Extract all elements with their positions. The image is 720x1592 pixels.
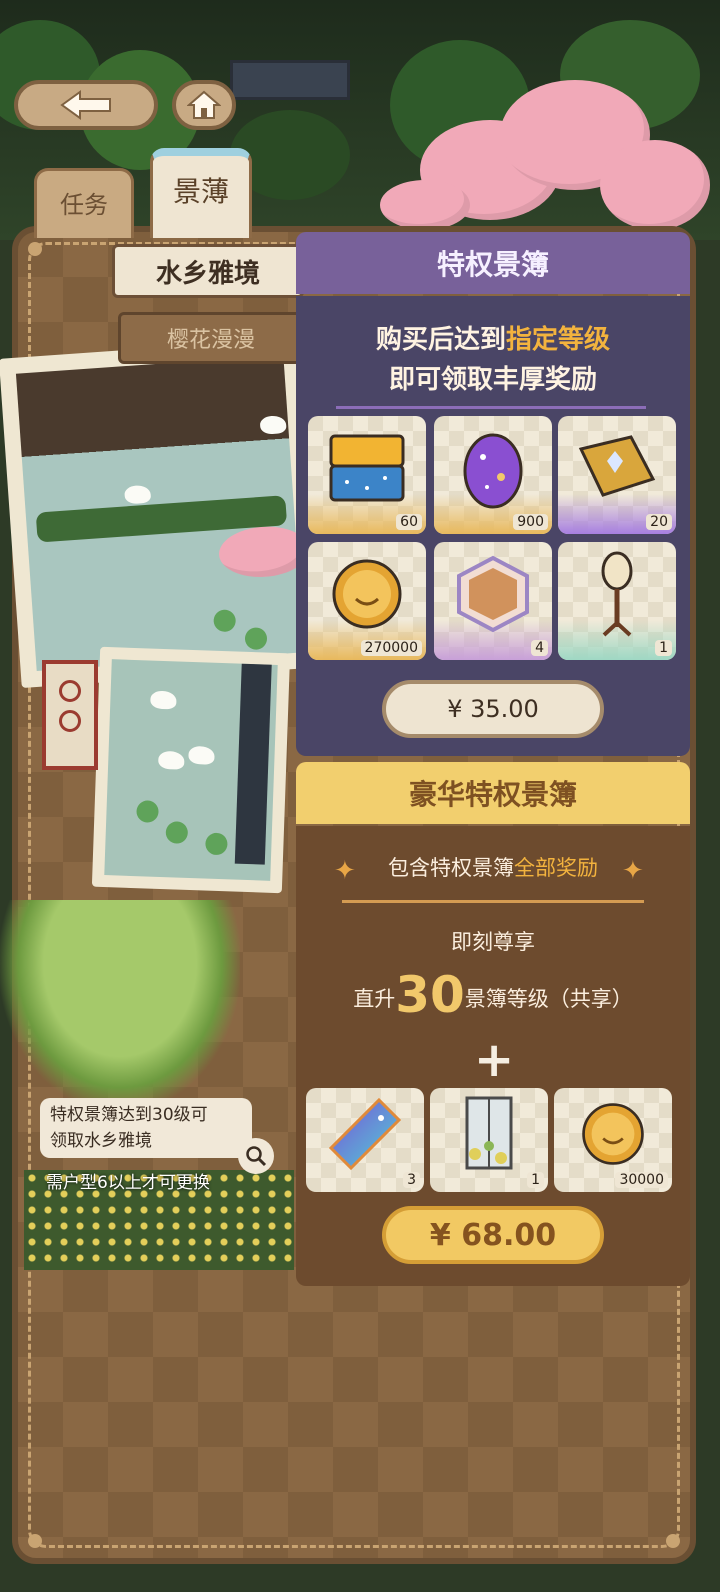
- reward-item[interactable]: 3: [306, 1088, 424, 1192]
- reward-item[interactable]: 4: [434, 542, 552, 660]
- scene-photo-large: [0, 337, 322, 689]
- hex-room-icon: [457, 555, 529, 633]
- golden-book-icon: [578, 435, 656, 497]
- deluxe-panel: ✦ 包含特权景簿全部奖励 ✦ 即刻尊享 直升30景簿等级（共享） + 3 1 3…: [296, 826, 690, 1286]
- arrow-left-icon: [60, 90, 111, 120]
- sparkle-icon: ✦: [622, 856, 644, 886]
- flower-window-icon: [465, 1096, 513, 1170]
- reward-item[interactable]: 900: [434, 416, 552, 534]
- galaxy-egg-icon: [463, 433, 523, 509]
- reward-item[interactable]: 20: [558, 416, 676, 534]
- reward-item[interactable]: 60: [308, 416, 426, 534]
- home-icon: [187, 90, 221, 119]
- deluxe-header: 豪华特权景簿: [296, 762, 690, 824]
- scene-photo-small: [91, 646, 291, 894]
- lantern-stand-icon: [601, 551, 633, 637]
- buy-privilege-button[interactable]: ¥ 35.00: [382, 680, 604, 738]
- scene-subtitle-tab[interactable]: 樱花漫漫: [118, 312, 304, 364]
- requirement-note: 需户型6以上才可更换: [46, 1173, 210, 1193]
- reward-item[interactable]: 1: [430, 1088, 548, 1192]
- back-button[interactable]: [14, 80, 158, 130]
- privilege-description: 购买后达到指定等级 即可领取丰厚奖励: [375, 325, 611, 395]
- preview-button[interactable]: [238, 1138, 274, 1174]
- tab-task[interactable]: 任务: [34, 168, 134, 238]
- tab-scene-book[interactable]: 景薄: [150, 148, 252, 238]
- search-icon: [246, 1146, 267, 1167]
- home-button[interactable]: [172, 80, 236, 130]
- level-highlight: 指定等级: [506, 325, 611, 355]
- hint-line-1: 特权景簿达到30级可: [50, 1105, 208, 1125]
- reward-item[interactable]: 270000: [308, 542, 426, 660]
- reward-item[interactable]: 1: [558, 542, 676, 660]
- reward-hint: 特权景簿达到30级可 领取水乡雅境: [40, 1098, 252, 1158]
- deluxe-level-text: 直升30景簿等级（共享）: [353, 966, 633, 1024]
- privilege-header: 特权景簿: [296, 232, 690, 294]
- deluxe-enjoy-text: 即刻尊享: [451, 930, 535, 954]
- gold-coin-icon: [332, 559, 402, 629]
- reward-item[interactable]: 30000: [554, 1088, 672, 1192]
- gradient-ticket-icon: [328, 1097, 402, 1170]
- buy-deluxe-button[interactable]: ¥ 68.00: [382, 1206, 604, 1264]
- hint-line-2: 领取水乡雅境: [50, 1131, 152, 1151]
- scene-title: 水乡雅境: [112, 244, 304, 298]
- willow-tree-decoration: [0, 900, 240, 1110]
- red-banner-decoration: [42, 660, 98, 770]
- gold-coin-icon: [582, 1102, 644, 1165]
- privilege-panel: 购买后达到指定等级 即可领取丰厚奖励 60 900 20 270000 4 1 …: [296, 296, 690, 756]
- gold-chest-icon: [329, 434, 405, 502]
- level-number: 30: [395, 966, 465, 1024]
- plus-icon: +: [474, 1032, 515, 1088]
